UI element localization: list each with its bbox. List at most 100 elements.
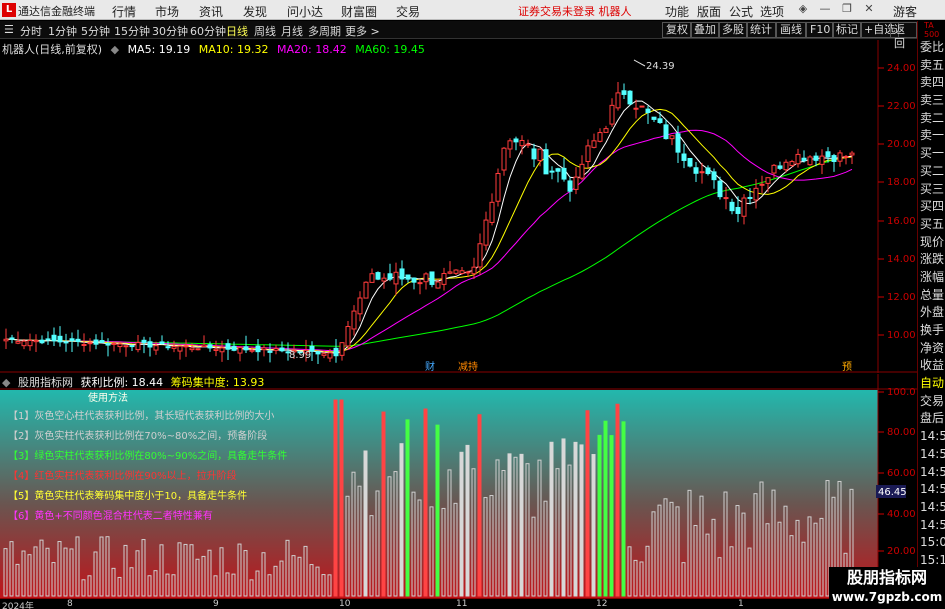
candle-body [87, 342, 93, 345]
candle-body [771, 164, 777, 174]
chip-bar [399, 443, 404, 597]
kline-canvas[interactable]: 24.00 22.00 20.00 18.00 16.00 14.00 12.0… [0, 40, 917, 373]
chip-bar [477, 414, 482, 597]
chip-bar [597, 434, 602, 597]
indicator-collapse-icon[interactable]: ◆ [2, 376, 10, 389]
candle-body [633, 107, 639, 110]
menu-market[interactable]: 市场 [155, 3, 179, 20]
side-panel-item: 买三 [920, 181, 945, 196]
collapse-icon[interactable]: ◆ [111, 43, 119, 56]
side-panel-item: 现价 [920, 234, 945, 249]
candle-body [837, 152, 843, 162]
menu-function[interactable]: 功能 [665, 3, 689, 20]
candle-body [51, 334, 57, 342]
event-tag-reduce[interactable]: 减持 [458, 360, 478, 373]
candle-body [213, 348, 219, 351]
candle-body [537, 148, 543, 162]
side-panel-item: 交易 [920, 393, 945, 408]
chip-bar [603, 420, 608, 597]
ma5-line [5, 100, 853, 355]
candle-body [741, 197, 747, 217]
candle-body [363, 281, 369, 299]
candle-body [255, 345, 261, 353]
ma60-label: MA60: 19.45 [355, 43, 425, 56]
ind-tick-100: 100.0 [887, 387, 916, 398]
candle-body [765, 177, 771, 184]
candle-body [825, 151, 831, 158]
period-weekly[interactable]: 周线 [254, 23, 276, 39]
ind-tick-80: 80.00 [887, 427, 916, 438]
menu-options[interactable]: 选项 [760, 3, 784, 20]
ma10-line [5, 108, 853, 353]
adjust-button[interactable]: 复权 [662, 22, 692, 38]
period-intraday[interactable]: 分时 [20, 23, 42, 39]
period-1min[interactable]: 1分钟 [48, 23, 77, 39]
candle-body [321, 353, 327, 356]
period-multi[interactable]: 多周期 [308, 23, 341, 39]
candle-body [135, 342, 141, 351]
candle-body [333, 347, 339, 357]
side-panel-item: 15:00 [920, 535, 945, 550]
draw-button[interactable]: 画线 [776, 22, 806, 38]
restore-icon[interactable]: ❐ [840, 2, 854, 16]
period-more[interactable]: 更多 > [345, 23, 380, 39]
candle-body [459, 270, 465, 274]
candle-body [3, 338, 9, 342]
minimize-icon[interactable]: — [818, 2, 832, 16]
candle-body [561, 167, 567, 180]
side-panel-item: 14:56 [920, 482, 945, 497]
menu-fortune[interactable]: 财富圈 [341, 3, 377, 20]
candle-body [483, 219, 489, 246]
menu-news[interactable]: 资讯 [199, 3, 223, 20]
menu-quotes[interactable]: 行情 [112, 3, 136, 20]
menu-layout[interactable]: 版面 [697, 3, 721, 20]
back-button[interactable]: 返回 [890, 22, 917, 50]
menu-xiaoda[interactable]: 问小达 [287, 3, 323, 20]
chip-bar [519, 453, 524, 597]
period-15min[interactable]: 15分钟 [114, 23, 150, 39]
close-icon[interactable]: ✕ [862, 2, 876, 16]
mark-button[interactable]: 标记 [832, 22, 862, 38]
menu-trade[interactable]: 交易 [396, 3, 420, 20]
period-30min[interactable]: 30分钟 [152, 23, 188, 39]
stats-button[interactable]: 统计 [746, 22, 776, 38]
candle-body [609, 104, 615, 125]
period-daily[interactable]: 日线 [226, 23, 248, 39]
chip-bar [507, 453, 512, 597]
side-panel-item: 买二 [920, 163, 945, 178]
candle-body [111, 342, 117, 345]
candle-body [171, 346, 177, 349]
event-tag-finance[interactable]: 财 [425, 360, 435, 373]
candle-body [657, 118, 663, 124]
overlay-button[interactable]: 叠加 [690, 22, 720, 38]
candle-body [717, 180, 723, 198]
guest-login[interactable]: 游客 [893, 3, 917, 20]
f10-button[interactable]: F10 [806, 22, 835, 38]
period-60min[interactable]: 60分钟 [190, 23, 226, 39]
candle-body [843, 155, 849, 158]
candle-body [429, 271, 435, 285]
period-5min[interactable]: 5分钟 [81, 23, 110, 39]
candle-body [405, 274, 411, 280]
multi-stock-button[interactable]: 多股 [718, 22, 748, 38]
legend-item-4: 【4】红色实柱代表获利比例在90%以上，拉升阶段 [8, 471, 237, 482]
indicator-panel[interactable]: 100.0 80.00 60.00 40.00 20.00 46.45 ◆ 股朋… [0, 374, 917, 598]
kline-chart[interactable]: 24.00 22.00 20.00 18.00 16.00 14.00 12.0… [0, 40, 917, 373]
price-tick-16: 16.00 [887, 216, 916, 227]
candle-body [813, 155, 819, 161]
date-label-jan: 1 [738, 599, 744, 609]
menu-formula[interactable]: 公式 [729, 3, 753, 20]
date-label-dec: 12 [596, 599, 608, 609]
stock-title[interactable]: 机器人(日线,前复权) [2, 43, 102, 56]
candle-body [783, 161, 789, 171]
watermark-title: 股朋指标网 [846, 568, 927, 587]
candle-body [411, 277, 417, 283]
menu-discover[interactable]: 发现 [243, 3, 267, 20]
menu-toggle-icon[interactable]: ☰ [4, 23, 14, 36]
indicator-name[interactable]: 股朋指标网 [18, 376, 73, 389]
legend-item-6: 【6】黄色+不同颜色混合柱代表二者特性兼有 [8, 511, 213, 522]
skin-icon[interactable]: ◈ [796, 2, 810, 16]
period-monthly[interactable]: 月线 [281, 23, 303, 39]
event-tag-forecast[interactable]: 预 [842, 361, 852, 373]
candle-body [621, 90, 627, 95]
